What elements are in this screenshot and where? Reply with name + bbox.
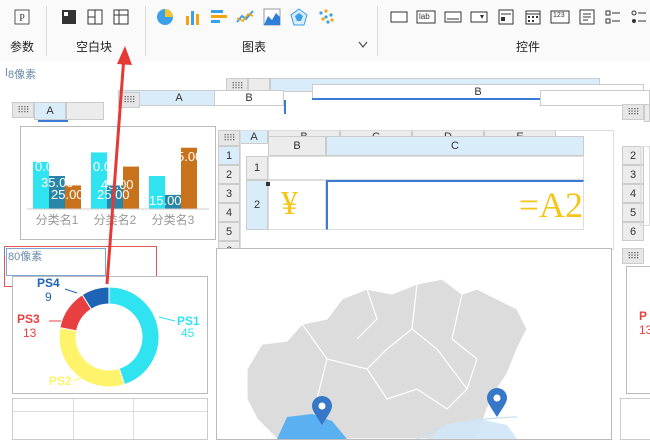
x-axis-tick-label: 分类名3 <box>152 212 195 227</box>
left-column-header-blank <box>66 102 104 120</box>
donut-chart: PS145PS2PS313PS49 <box>17 276 200 388</box>
donut-value-ps1: 45 <box>181 326 195 340</box>
donut-value-ps4: 9 <box>45 290 52 304</box>
number-widget-text: 123 <box>553 12 565 19</box>
map-panel[interactable] <box>216 248 612 440</box>
top-pixel-label: 8像素 <box>8 69 37 81</box>
report-canvas[interactable]: 8像素 ⠿⠿ A B B ⠿⠿ ⠿⠿ A 分类名1 分类名2 分类名3 0.00 35.… <box>0 62 650 440</box>
right-panel-handle[interactable]: ⠿⠿ <box>622 248 644 264</box>
inner-row-2[interactable]: 2 <box>246 180 268 230</box>
main-row-header-2[interactable]: 2 <box>218 165 240 184</box>
group-label-params: 参数 <box>10 40 35 54</box>
left-grid-handle[interactable]: ⠿⠿ <box>12 102 34 118</box>
label-widget-icon[interactable]: lab <box>416 8 436 26</box>
group-label-widget: 控件 <box>516 40 541 54</box>
formula-text: =A2 <box>518 185 583 225</box>
grid-handle-2[interactable]: ⠿⠿ <box>118 92 140 108</box>
area-chart-icon[interactable] <box>263 8 281 26</box>
map-location-pin-icon-2[interactable] <box>487 388 507 421</box>
main-row-header-3[interactable]: 3 <box>218 184 240 203</box>
selection-pixel-label: 80像素 <box>8 251 43 263</box>
scatter-chart-icon[interactable] <box>317 8 335 26</box>
text-widget-icon[interactable] <box>444 8 462 26</box>
button-widget-icon[interactable] <box>390 8 408 26</box>
checkbox-group-icon[interactable] <box>604 8 622 26</box>
number-widget-icon[interactable]: 123 <box>550 8 570 26</box>
pie-chart-icon[interactable] <box>156 8 174 26</box>
inner-cell-row1[interactable] <box>268 156 584 180</box>
table-block-icon[interactable] <box>112 8 130 26</box>
donut-label-ps4: PS4 <box>37 277 60 290</box>
group-label-blank: 空白块 <box>76 40 113 54</box>
textarea-widget-icon[interactable] <box>578 8 596 26</box>
list-widget-icon[interactable] <box>497 8 515 26</box>
right-column-header <box>644 104 650 122</box>
donut-value-ps3: 13 <box>23 326 37 340</box>
right-bottom-grid[interactable] <box>620 398 650 440</box>
bar-data-label: 25.00 <box>97 187 130 202</box>
line-chart-icon[interactable] <box>236 8 254 26</box>
radio-group-icon[interactable] <box>630 8 648 26</box>
group-label-chart: 图表 <box>242 40 267 54</box>
dropdown-widget-icon[interactable] <box>470 8 488 26</box>
bar-chart-icon[interactable] <box>184 8 202 26</box>
donut-chart-panel[interactable]: PS1 45 PS2 PS3 13 PS4 9 <box>12 276 208 394</box>
main-grid-handle[interactable]: ⠿⠿ <box>218 130 240 146</box>
svg-text:P: P <box>19 13 25 24</box>
donut-label-ps2: PS2 <box>49 374 72 388</box>
left-selection-line <box>38 120 68 122</box>
right-grid-handle[interactable]: ⠿⠿ <box>622 104 644 120</box>
main-row-header-5[interactable]: 5 <box>218 222 240 241</box>
main-row-header-4[interactable]: 4 <box>218 203 240 222</box>
x-axis-tick-label: 分类名1 <box>36 212 79 227</box>
label-widget-text: lab <box>419 12 430 21</box>
bar-data-label: 5.00 <box>177 149 202 164</box>
selection-edge <box>284 100 286 114</box>
inner-cell-b2[interactable]: ¥ <box>268 180 326 230</box>
right-grid-body[interactable] <box>640 146 650 226</box>
column-header-b[interactable]: B <box>214 90 284 106</box>
bar-chart-panel[interactable]: 分类名1 分类名2 分类名3 0.00 35.00 25.00 0.00 45.00 25.00… <box>20 126 216 240</box>
bar-data-label: 0.00 <box>93 159 118 174</box>
right-partial-panel[interactable]: P 13 <box>626 266 650 394</box>
right-partial-number: 13 <box>639 323 650 337</box>
map-location-pin-icon[interactable] <box>312 396 332 429</box>
donut-leader-line <box>64 288 78 294</box>
radar-chart-icon[interactable] <box>290 8 308 26</box>
ruler-mark-2 <box>4 246 5 256</box>
bar-data-label: 25.00 <box>51 187 84 202</box>
x-axis-tick-label: 分类名2 <box>94 212 137 227</box>
donut-label-ps3: PS3 <box>17 312 40 326</box>
divider <box>377 6 378 56</box>
inner-row-1[interactable]: 1 <box>246 156 268 180</box>
right-partial-text: P <box>639 309 648 323</box>
split-block-icon[interactable] <box>86 8 104 26</box>
ruler-mark <box>6 68 7 76</box>
inner-column-header-c[interactable]: C <box>326 136 584 156</box>
divider <box>46 6 47 56</box>
yen-symbol: ¥ <box>281 185 298 222</box>
inner-column-header-b[interactable]: B <box>268 136 326 156</box>
main-row-header-1[interactable]: 1 <box>218 146 240 165</box>
bar-chart: 分类名1 分类名2 分类名30.0035.0025.000.0045.0025.00… <box>27 147 209 227</box>
bar-data-label: 0.00 <box>35 159 60 174</box>
chevron-down-icon[interactable] <box>356 38 370 52</box>
china-map <box>246 278 528 440</box>
parameter-icon[interactable]: P <box>13 8 31 26</box>
date-widget-icon[interactable] <box>524 8 542 26</box>
toolbar: P 参数 空白块 图表 lab 123 控件 <box>0 0 650 63</box>
bar-data-label: 15.00 <box>149 193 182 208</box>
donut-leader-line <box>158 316 176 322</box>
divider <box>145 6 146 56</box>
left-column-header-a[interactable]: A <box>34 102 66 120</box>
inner-cell-c2[interactable]: =A2 <box>326 180 584 230</box>
absolute-block-icon[interactable] <box>60 8 78 26</box>
bottom-grid[interactable] <box>12 398 208 440</box>
selection-line <box>312 98 540 100</box>
horizontal-bar-icon[interactable] <box>210 8 228 26</box>
cell-corner-marker <box>266 182 270 186</box>
